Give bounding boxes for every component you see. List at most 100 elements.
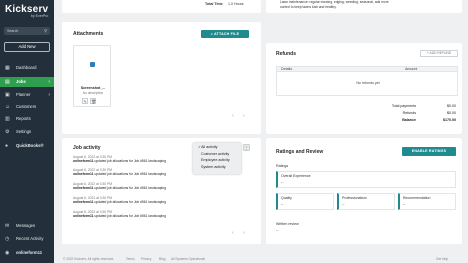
activity-user[interactable]: onlineform11 [73, 200, 94, 204]
attachment-tile[interactable]: Screenshot_... No description ✎ 🗑 [73, 45, 111, 107]
sidebar-item-label: Planner [16, 92, 31, 97]
add-new-button[interactable]: Add New [4, 42, 50, 52]
overall-value: -- [281, 180, 284, 184]
written-review-label: Written review [276, 222, 299, 226]
refunds-title: Refunds [276, 51, 296, 57]
activity-user[interactable]: onlineform11 [73, 214, 94, 218]
filter-option-system[interactable]: System activity [193, 164, 241, 171]
sidebar-item-user[interactable]: ◉ onlineform11 [0, 248, 54, 258]
edit-icon[interactable]: ✎ [82, 98, 88, 104]
sidebar-item-label: Settings [16, 129, 32, 134]
attachment-description: No description [82, 91, 104, 95]
prev-page-icon[interactable]: ‹ [232, 230, 234, 236]
footer-copyright: © 2022 Kickserv. All rights reserved. [63, 257, 115, 261]
total-time-value: 1.0 Hours [228, 2, 244, 6]
sidebar-item-label: Dashboard [16, 65, 37, 70]
summary-value: $0.00 [447, 104, 456, 108]
avatar-icon: ◉ [5, 250, 10, 256]
prev-page-icon[interactable]: ‹ [232, 113, 234, 119]
sidebar-item-recent-activity[interactable]: ◷ Recent Activity [0, 234, 54, 244]
activity-entry: August 6, 2022 at 3:30 PM onlineform11 u… [73, 168, 166, 176]
ratings-title: Ratings and Review [276, 149, 324, 155]
summary-label: Total payments [391, 104, 416, 108]
written-review-value: -- [276, 228, 279, 232]
summary-balance: Balance $170.00 [360, 118, 456, 123]
sidebar-item-label: onlineform11 [16, 250, 43, 255]
gear-icon: ⚙ [5, 129, 10, 135]
professionalism-box: Professionalism -- [337, 193, 395, 210]
sidebar-item-label: Messages [16, 223, 36, 228]
next-page-icon[interactable]: › [243, 113, 245, 119]
footer-link-privacy[interactable]: Privacy [141, 257, 151, 261]
footer-link-status[interactable]: All Systems Operational [171, 257, 205, 261]
sidebar-item-label: Reports [16, 116, 31, 121]
activity-entry: August 6, 2022 at 3:30 PM onlineform11 u… [73, 182, 166, 190]
enable-ratings-button[interactable]: ENABLE RATINGS [402, 147, 456, 156]
activity-text: updated job allocations for Job #561 lan… [93, 214, 166, 218]
sidebar-item-label: QuickBooks® [16, 143, 44, 148]
recommendation-box: Recommendation -- [398, 193, 456, 210]
sidebar-item-customers[interactable]: ☺ Customers [0, 102, 54, 112]
ratings-label: Ratings [276, 164, 289, 168]
summary-total-payments: Total payments $0.00 [360, 104, 456, 109]
dashboard-icon: ▦ [5, 65, 10, 71]
quickbooks-icon: ● [5, 143, 9, 149]
sidebar-item-reports[interactable]: ▥ Reports [0, 114, 54, 124]
brand-logo[interactable]: Kickserv by EverPro [5, 4, 48, 18]
attach-file-button[interactable]: ⌕ ATTACH FILE [201, 30, 249, 38]
summary-label: Refunds [402, 111, 416, 115]
delete-icon[interactable]: 🗑 [90, 98, 96, 104]
footer-link-blog[interactable]: Blog [159, 257, 165, 261]
activity-filter-menu: ✓All activity Customer activity Employee… [193, 143, 241, 174]
search-placeholder: Search [7, 29, 19, 33]
add-refund-button[interactable]: + ADD REFUND [420, 50, 458, 57]
activity-text: updated job allocations for Job #561 lan… [93, 200, 166, 204]
overall-label: Overall Experience [281, 174, 311, 178]
total-time-label: Total Time [205, 2, 223, 6]
sidebar-item-quickbooks[interactable]: ● QuickBooks® [0, 141, 54, 151]
sidebar-item-planner[interactable]: ▣ Planner › [0, 90, 54, 100]
refunds-empty-text: No refunds yet [356, 81, 380, 85]
sidebar-item-jobs[interactable]: ▤ Jobs › [0, 77, 54, 87]
sidebar-item-label: Recent Activity [16, 236, 44, 241]
summary-refunds: Refunds $0.00 [360, 111, 456, 116]
recommendation-value: -- [403, 202, 406, 206]
activity-entry: August 6, 2022 at 3:30 PM onlineform11 u… [73, 155, 166, 163]
users-icon: ☺ [5, 104, 11, 110]
jobs-icon: ▤ [5, 79, 10, 85]
sidebar-item-settings[interactable]: ⚙ Settings [0, 127, 54, 137]
clock-icon: ◷ [5, 236, 10, 242]
next-page-icon[interactable]: › [243, 230, 245, 236]
activity-user[interactable]: onlineform11 [73, 186, 94, 190]
activity-text: updated job allocations for Job #561 lan… [93, 186, 166, 190]
footer-help-link[interactable]: Get help [436, 257, 448, 261]
time-card: Total Time 1.0 Hours [62, 0, 261, 13]
chart-icon: ▥ [5, 116, 10, 122]
sidebar-item-label: Customers [16, 104, 37, 109]
sidebar-item-label: Jobs [16, 79, 26, 84]
quality-box: Quality -- [276, 193, 334, 210]
search-icon: ⚲ [44, 28, 47, 33]
activity-user[interactable]: onlineform11 [73, 172, 94, 176]
sidebar: Kickserv by EverPro Search ⚲ Add New ▦ D… [0, 0, 54, 263]
summary-value: $0.00 [447, 111, 456, 115]
activity-text: updated job allocations for Job #561 lan… [93, 159, 166, 163]
activity-entry: August 6, 2022 at 3:30 PM onlineform11 u… [73, 196, 166, 204]
quality-value: -- [281, 202, 284, 206]
sidebar-item-messages[interactable]: ✉ Messages [0, 221, 54, 231]
chevron-right-icon: › [48, 92, 50, 98]
refunds-table-body: No refunds yet [276, 72, 458, 96]
summary-label: Balance [402, 118, 416, 122]
job-activity-title: Job activity [73, 145, 101, 151]
description-card: Lawn maintenance: regular mowing, edging… [266, 0, 462, 13]
footer-link-terms[interactable]: Terms [126, 257, 135, 261]
sidebar-item-dashboard[interactable]: ▦ Dashboard [0, 63, 54, 73]
attachments-title: Attachments [73, 31, 104, 37]
professionalism-value: -- [342, 202, 345, 206]
attachment-filename: Screenshot_... [80, 86, 106, 90]
search-input[interactable]: Search ⚲ [4, 27, 50, 35]
more-options-icon[interactable]: ⋮ [243, 144, 250, 151]
filter-option-label: All activity [201, 145, 218, 149]
activity-user[interactable]: onlineform11 [73, 159, 94, 163]
activity-text: updated job allocations for Job #561 lan… [93, 172, 166, 176]
